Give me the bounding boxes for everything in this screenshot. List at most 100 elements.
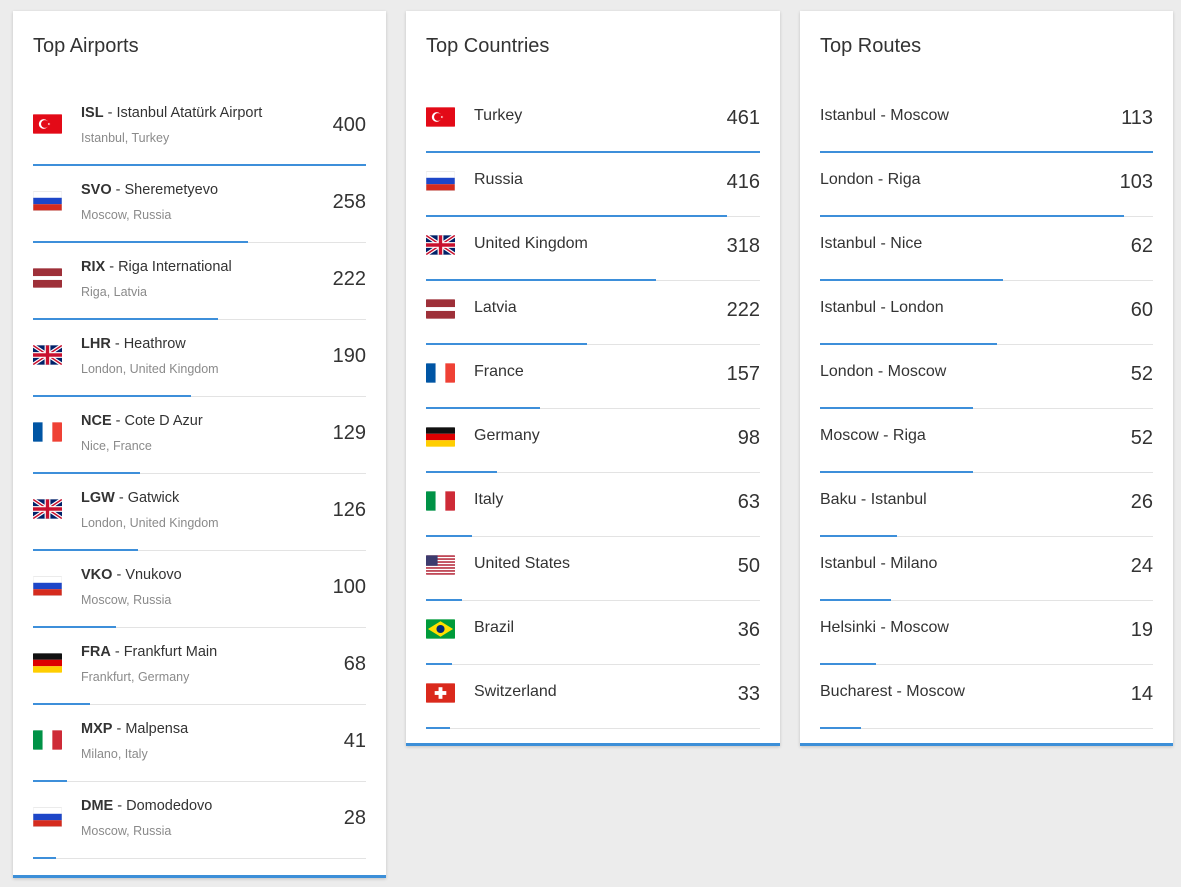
route-count: 24 <box>1130 555 1153 577</box>
airport-code: RIX <box>81 259 106 275</box>
airport-count: 129 <box>332 422 366 444</box>
routes-list: Istanbul - Moscow 113 London - Riga 103 … <box>820 89 1153 729</box>
airport-location: London, United Kingdom <box>81 516 219 530</box>
airport-title: VKO - Vnukovo <box>81 567 182 583</box>
list-item[interactable]: Istanbul - London 60 <box>820 281 1153 345</box>
countries-list: Turkey 461 Russia 416 United Kingdom 318… <box>426 89 760 729</box>
airport-count: 222 <box>332 268 366 290</box>
country-name: United Kingdom <box>474 235 588 252</box>
airport-name: Istanbul Atatürk Airport <box>116 105 263 121</box>
list-item[interactable]: London - Riga 103 <box>820 153 1153 217</box>
list-item[interactable]: United States 50 <box>426 537 760 601</box>
country-name: Italy <box>474 491 504 508</box>
country-name: Latvia <box>474 299 517 316</box>
list-item[interactable]: Italy 63 <box>426 473 760 537</box>
top-routes-card: Top Routes Istanbul - Moscow 113 London … <box>800 11 1173 746</box>
route-count: 113 <box>1121 107 1153 129</box>
latvia-flag-icon <box>426 299 455 319</box>
uk-flag-icon <box>33 499 62 519</box>
airport-count: 190 <box>332 345 366 367</box>
airport-title: DME - Domodedovo <box>81 798 213 814</box>
route-name: Baku - Istanbul <box>820 491 927 508</box>
list-item[interactable]: LHR - Heathrow London, United Kingdom 19… <box>33 320 366 397</box>
list-item[interactable]: Istanbul - Moscow 113 <box>820 89 1153 153</box>
airport-name: Domodedovo <box>126 798 213 814</box>
list-item[interactable]: ISL - Istanbul Atatürk Airport Istanbul,… <box>33 89 366 166</box>
russia-flag-icon <box>33 191 62 211</box>
airport-code: MXP <box>81 721 113 737</box>
card-title: Top Airports <box>33 35 139 57</box>
list-item[interactable]: Istanbul - Milano 24 <box>820 537 1153 601</box>
airport-location: Moscow, Russia <box>81 208 172 222</box>
airport-name: Riga International <box>118 259 232 275</box>
airport-name: Frankfurt Main <box>123 644 218 660</box>
list-item[interactable]: SVO - Sheremetyevo Moscow, Russia 258 <box>33 166 366 243</box>
airport-location: London, United Kingdom <box>81 362 219 376</box>
list-item[interactable]: Moscow - Riga 52 <box>820 409 1153 473</box>
route-name: Istanbul - Milano <box>820 555 938 572</box>
route-count: 52 <box>1130 427 1153 449</box>
brazil-flag-icon <box>426 619 455 639</box>
list-item[interactable]: MXP - Malpensa Milano, Italy 41 <box>33 705 366 782</box>
russia-flag-icon <box>33 807 62 827</box>
airport-name: Gatwick <box>127 490 180 506</box>
country-count: 416 <box>726 171 760 193</box>
list-item[interactable]: FRA - Frankfurt Main Frankfurt, Germany … <box>33 628 366 705</box>
country-name: Germany <box>474 427 540 444</box>
country-count: 36 <box>737 619 760 641</box>
airport-code: ISL <box>81 105 104 121</box>
route-name: Istanbul - Moscow <box>820 107 949 124</box>
route-count: 14 <box>1130 683 1153 705</box>
russia-flag-icon <box>426 171 455 191</box>
usa-flag-icon <box>426 555 455 575</box>
list-item[interactable]: Russia 416 <box>426 153 760 217</box>
airport-name: Malpensa <box>125 721 189 737</box>
list-item[interactable]: LGW - Gatwick London, United Kingdom 126 <box>33 474 366 551</box>
list-item[interactable]: Brazil 36 <box>426 601 760 665</box>
country-name: Brazil <box>474 619 515 636</box>
airport-code: FRA <box>81 644 111 660</box>
list-item[interactable]: Bucharest - Moscow 14 <box>820 665 1153 729</box>
route-name: Istanbul - Nice <box>820 235 923 252</box>
airport-location: Nice, France <box>81 439 152 453</box>
airport-count: 100 <box>332 576 366 598</box>
airport-count: 41 <box>343 730 366 752</box>
airport-name: Heathrow <box>123 336 186 352</box>
country-count: 318 <box>726 235 760 257</box>
share-bar <box>33 857 57 859</box>
list-item[interactable]: Germany 98 <box>426 409 760 473</box>
turkey-flag-icon <box>426 107 455 127</box>
airport-title: MXP - Malpensa <box>81 721 189 737</box>
list-item[interactable]: Latvia 222 <box>426 281 760 345</box>
italy-flag-icon <box>33 730 62 750</box>
airports-list: ISL - Istanbul Atatürk Airport Istanbul,… <box>33 89 366 859</box>
list-item[interactable]: London - Moscow 52 <box>820 345 1153 409</box>
airport-code: NCE <box>81 413 112 429</box>
route-count: 52 <box>1130 363 1153 385</box>
france-flag-icon <box>33 422 62 442</box>
list-item[interactable]: Helsinki - Moscow 19 <box>820 601 1153 665</box>
airport-location: Moscow, Russia <box>81 824 172 838</box>
airport-location: Riga, Latvia <box>81 285 148 299</box>
list-item[interactable]: Baku - Istanbul 26 <box>820 473 1153 537</box>
list-item[interactable]: Turkey 461 <box>426 89 760 153</box>
airport-count: 258 <box>332 191 366 213</box>
uk-flag-icon <box>33 345 62 365</box>
list-item[interactable]: Switzerland 33 <box>426 665 760 729</box>
list-item[interactable]: United Kingdom 318 <box>426 217 760 281</box>
route-name: Bucharest - Moscow <box>820 683 965 700</box>
share-bar <box>820 727 862 729</box>
airport-count: 400 <box>332 114 366 136</box>
airport-location: Moscow, Russia <box>81 593 172 607</box>
list-item[interactable]: Istanbul - Nice 62 <box>820 217 1153 281</box>
list-item[interactable]: VKO - Vnukovo Moscow, Russia 100 <box>33 551 366 628</box>
latvia-flag-icon <box>33 268 62 288</box>
airport-location: Istanbul, Turkey <box>81 131 170 145</box>
list-item[interactable]: NCE - Cote D Azur Nice, France 129 <box>33 397 366 474</box>
switzerland-flag-icon <box>426 683 455 703</box>
list-item[interactable]: DME - Domodedovo Moscow, Russia 28 <box>33 782 366 859</box>
list-item[interactable]: France 157 <box>426 345 760 409</box>
list-item[interactable]: RIX - Riga International Riga, Latvia 22… <box>33 243 366 320</box>
card-title: Top Countries <box>426 35 550 57</box>
airport-code: VKO <box>81 567 113 583</box>
